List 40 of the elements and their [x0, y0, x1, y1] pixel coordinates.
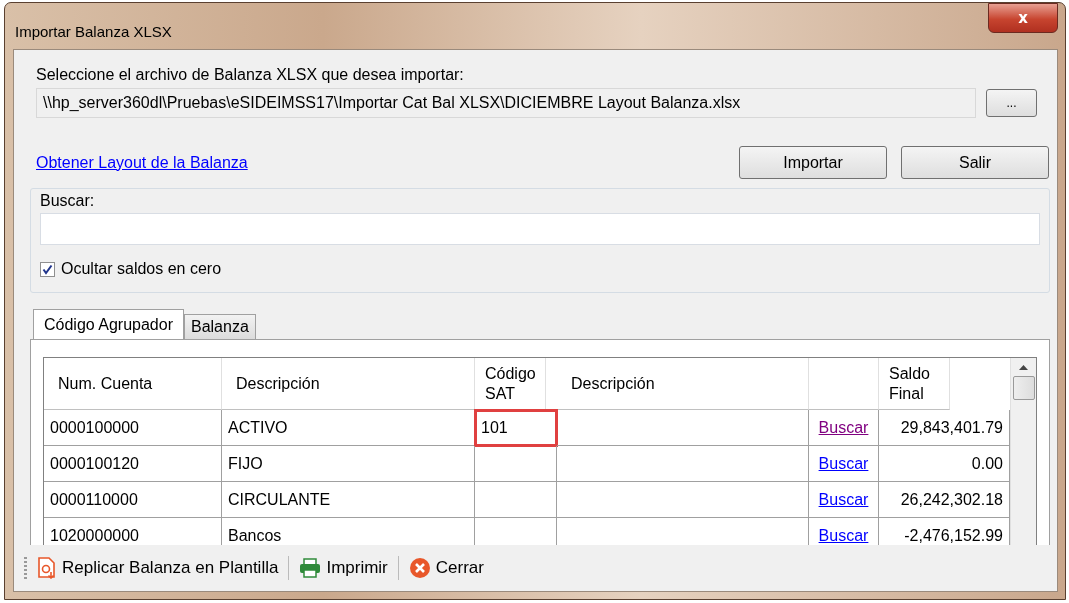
column-header: Código SAT	[475, 358, 546, 410]
table-cell: 0000100000	[44, 410, 222, 446]
table-cell: ACTIVO	[222, 410, 475, 446]
search-link[interactable]: Buscar	[818, 490, 869, 509]
printer-icon	[299, 558, 322, 578]
close-button[interactable]: x	[988, 3, 1058, 33]
checkbox[interactable]	[40, 261, 55, 277]
search-field[interactable]	[40, 213, 1040, 245]
cell-editor[interactable]: 101	[475, 410, 557, 446]
tab[interactable]: Código Agrupador	[33, 309, 184, 339]
column-header: Saldo Final	[879, 358, 950, 410]
search-link[interactable]: Buscar	[818, 418, 869, 437]
document-icon	[37, 557, 57, 579]
grip-icon	[24, 557, 27, 579]
up-arrow-icon[interactable]	[1019, 364, 1028, 370]
close-icon	[408, 557, 431, 579]
empty-column-header	[809, 358, 879, 410]
table-cell: 0000100120	[44, 446, 222, 482]
table-cell: CIRCULANTE	[222, 482, 475, 518]
import-button[interactable]: Importar	[739, 146, 887, 179]
column-header: Descripción	[222, 358, 475, 410]
browse-button[interactable]: ...	[986, 89, 1037, 117]
tab[interactable]: Balanza	[184, 314, 256, 339]
column-header: Num. Cuenta	[44, 358, 222, 410]
layout-link[interactable]: Obtener Layout de la Balanza	[36, 153, 248, 172]
window-title: Importar Balanza XLSX	[15, 22, 172, 40]
scrollbar-thumb[interactable]	[1012, 376, 1035, 400]
file-label: Seleccione el archivo de Balanza XLSX que desea importar:	[36, 66, 464, 84]
table-cell: FIJO	[222, 446, 475, 482]
toolbar-button[interactable]: Replicar Balanza en Plantilla	[33, 557, 283, 579]
toolbar-button[interactable]: Imprimir	[295, 558, 392, 578]
checkbox-label: Ocultar saldos en cero	[61, 260, 222, 278]
exit-button[interactable]: Salir	[901, 146, 1049, 179]
column-header: Descripción	[557, 358, 809, 410]
toolbar-button[interactable]: Cerrar	[404, 557, 488, 579]
search-link[interactable]: Buscar	[818, 526, 869, 545]
table-cell: 0000110000	[44, 482, 222, 518]
file-path-field[interactable]: \\hp_server360dl\Pruebas\eSIDEIMSS17\Importar Cat Bal XLSX\DICIEMBRE Layout Balanza.xlsx	[36, 88, 976, 118]
search-label: Buscar:	[40, 192, 95, 210]
search-link[interactable]: Buscar	[818, 454, 869, 473]
